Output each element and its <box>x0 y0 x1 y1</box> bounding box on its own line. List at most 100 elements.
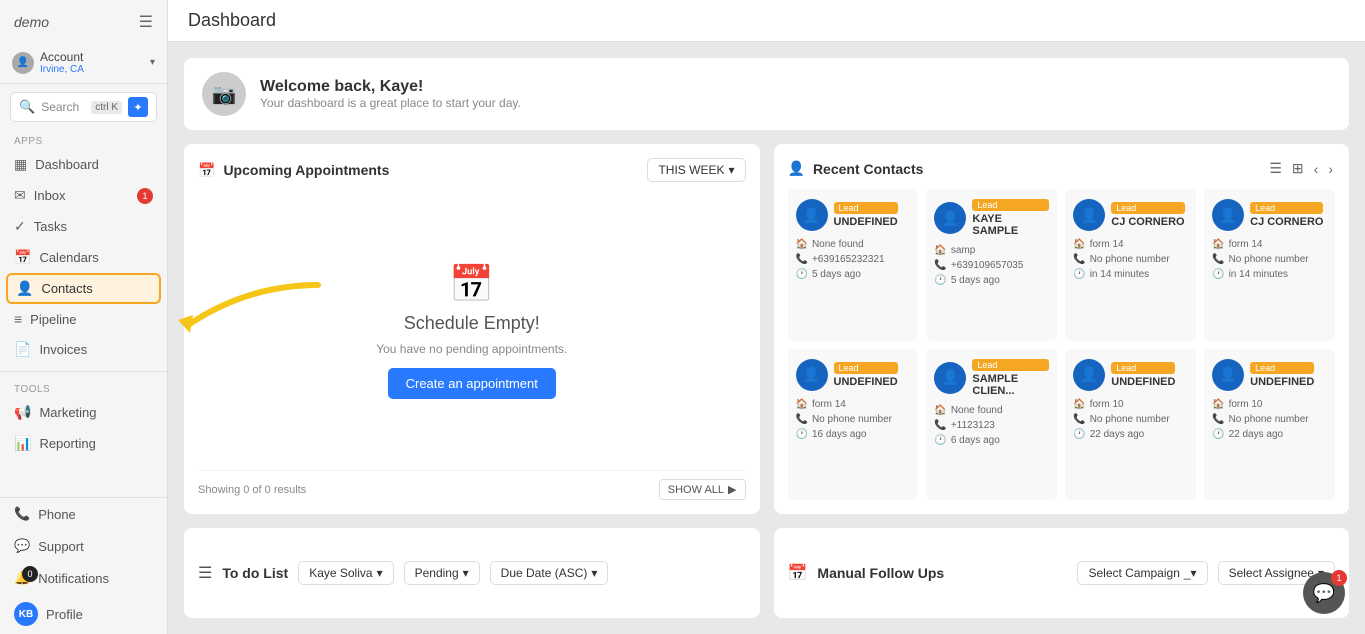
lead-badge: Lead <box>972 199 1049 211</box>
appointments-panel: 📅 Upcoming Appointments THIS WEEK ▾ 📅 Sc… <box>184 144 760 514</box>
support-icon: 💬 <box>14 538 30 554</box>
inbox-icon: ✉ <box>14 187 26 204</box>
next-icon[interactable]: › <box>1326 159 1335 179</box>
contact-source: 🏠 form 10 <box>1212 399 1327 410</box>
contact-name: KAYE SAMPLE <box>972 213 1049 237</box>
sidebar-item-invoices[interactable]: 📄 Invoices <box>0 334 167 365</box>
source-icon: 🏠 <box>1212 239 1224 250</box>
clock-icon: 🕐 <box>1073 269 1085 280</box>
followups-title: Manual Follow Ups <box>817 565 944 581</box>
invoices-icon: 📄 <box>14 341 31 358</box>
status-filter[interactable]: Pending ▾ <box>404 561 480 585</box>
phone-icon: 📞 <box>1073 414 1085 425</box>
profile-avatar: KB <box>14 602 38 626</box>
avatar: 👤 <box>796 359 828 391</box>
contact-card[interactable]: 👤 Lead UNDEFINED 🏠 form 10 📞 No phone nu… <box>1204 349 1335 501</box>
contact-name: UNDEFINED <box>1250 376 1314 388</box>
phone-icon: 📞 <box>796 254 808 265</box>
grid-view-icon[interactable]: ⊞ <box>1290 158 1306 179</box>
avatar: 👤 <box>1073 359 1105 391</box>
contact-time: 🕐 in 14 minutes <box>1212 269 1327 280</box>
source-icon: 🏠 <box>796 399 808 410</box>
list-view-icon[interactable]: ☰ <box>1267 158 1284 179</box>
contact-card[interactable]: 👤 Lead UNDEFINED 🏠 None found 📞 +6391652… <box>788 189 919 341</box>
sidebar-item-label: Reporting <box>39 436 95 451</box>
create-appointment-button[interactable]: Create an appointment <box>388 368 556 399</box>
empty-calendar-icon: 📅 <box>449 263 494 305</box>
source-icon: 🏠 <box>1073 399 1085 410</box>
contact-card[interactable]: 👤 Lead CJ CORNERO 🏠 form 14 📞 No phone n… <box>1065 189 1196 341</box>
sidebar-item-dashboard[interactable]: ▦ Dashboard <box>0 149 167 180</box>
contact-time: 🕐 16 days ago <box>796 429 911 440</box>
reporting-icon: 📊 <box>14 435 31 452</box>
phone-icon: 📞 <box>1212 414 1224 425</box>
this-week-button[interactable]: THIS WEEK ▾ <box>647 158 745 182</box>
contact-source: 🏠 form 14 <box>1212 239 1327 250</box>
contact-card[interactable]: 👤 Lead KAYE SAMPLE 🏠 samp 📞 +63910965703… <box>926 189 1057 341</box>
contact-time: 🕐 5 days ago <box>934 275 1049 286</box>
clock-icon: 🕐 <box>1212 269 1224 280</box>
sidebar-item-contacts[interactable]: 👤 Contacts <box>6 273 161 304</box>
contact-card[interactable]: 👤 Lead CJ CORNERO 🏠 form 14 📞 No phone n… <box>1204 189 1335 341</box>
contact-name-group: Lead CJ CORNERO <box>1250 202 1323 228</box>
followups-icon: 📅 <box>788 563 808 583</box>
account-avatar: 👤 <box>12 52 34 74</box>
contact-name-group: Lead SAMPLE CLIEN... <box>972 359 1049 397</box>
contact-name-group: Lead CJ CORNERO <box>1111 202 1184 228</box>
select-campaign-button[interactable]: Select Campaign _▾ <box>1077 561 1207 585</box>
chevron-down-icon: _▾ <box>1184 566 1197 580</box>
search-bar[interactable]: 🔍 Search ctrl K ✦ <box>10 92 157 122</box>
chevron-down-icon: ▾ <box>591 566 597 580</box>
sidebar-item-notifications[interactable]: 0 🔔 Notifications <box>0 562 167 594</box>
contact-phone: 📞 No phone number <box>1073 254 1188 265</box>
contact-name-group: Lead UNDEFINED <box>1111 362 1175 388</box>
sort-filter[interactable]: Due Date (ASC) ▾ <box>490 561 609 585</box>
sidebar-item-inbox[interactable]: ✉ Inbox 1 <box>0 180 167 211</box>
sidebar-item-phone[interactable]: 📞 Phone <box>0 498 167 530</box>
contact-source: 🏠 form 10 <box>1073 399 1188 410</box>
contact-time: 🕐 22 days ago <box>1212 429 1327 440</box>
chevron-down-icon: ▾ <box>150 57 155 68</box>
account-section[interactable]: 👤 Account Irvine, CA ▾ <box>0 44 167 84</box>
menu-icon[interactable]: ☰ <box>139 12 153 32</box>
sidebar-item-label: Contacts <box>41 281 92 296</box>
empty-subtitle: You have no pending appointments. <box>376 342 567 356</box>
sidebar-item-profile[interactable]: KB Profile <box>0 594 167 634</box>
appointments-title: 📅 Upcoming Appointments <box>198 162 389 179</box>
tools-label: Tools <box>0 378 167 397</box>
sidebar: demo ☰ 👤 Account Irvine, CA ▾ 🔍 Search c… <box>0 0 168 634</box>
prev-icon[interactable]: ‹ <box>1312 159 1321 179</box>
sidebar-item-pipeline[interactable]: ≡ Pipeline <box>0 304 167 334</box>
sidebar-item-tasks[interactable]: ✓ Tasks <box>0 211 167 242</box>
results-count: Showing 0 of 0 results <box>198 484 306 496</box>
search-action-icon[interactable]: ✦ <box>128 97 148 117</box>
sidebar-bottom-label: Profile <box>46 607 83 622</box>
search-label: Search <box>41 100 85 114</box>
contact-time: 🕐 22 days ago <box>1073 429 1188 440</box>
show-all-button[interactable]: SHOW ALL ▶ <box>659 479 746 500</box>
contact-time: 🕐 5 days ago <box>796 269 911 280</box>
phone-icon: 📞 <box>1212 254 1224 265</box>
page-title: Dashboard <box>188 10 276 31</box>
todo-title: To do List <box>222 565 288 581</box>
sidebar-item-reporting[interactable]: 📊 Reporting <box>0 428 167 459</box>
sidebar-item-marketing[interactable]: 📢 Marketing <box>0 397 167 428</box>
contacts-title: 👤 Recent Contacts <box>788 160 924 177</box>
source-icon: 🏠 <box>934 405 946 416</box>
chat-button[interactable]: 💬 1 <box>1303 572 1345 614</box>
calendars-icon: 📅 <box>14 249 31 266</box>
assignee-filter[interactable]: Kaye Soliva ▾ <box>298 561 393 585</box>
sidebar-item-calendars[interactable]: 📅 Calendars <box>0 242 167 273</box>
sidebar-item-label: Dashboard <box>35 157 99 172</box>
content-area: 📷 Welcome back, Kaye! Your dashboard is … <box>168 42 1365 634</box>
contact-header: 👤 Lead UNDEFINED <box>796 199 911 231</box>
contact-card[interactable]: 👤 Lead UNDEFINED 🏠 form 14 📞 No phone nu… <box>788 349 919 501</box>
todo-icon: ☰ <box>198 563 212 583</box>
contact-card[interactable]: 👤 Lead SAMPLE CLIEN... 🏠 None found 📞 +1… <box>926 349 1057 501</box>
sidebar-bottom-label: Phone <box>38 507 76 522</box>
contact-card[interactable]: 👤 Lead UNDEFINED 🏠 form 10 📞 No phone nu… <box>1065 349 1196 501</box>
clock-icon: 🕐 <box>796 429 808 440</box>
inbox-badge: 1 <box>137 188 153 204</box>
contacts-icon: 👤 <box>16 280 33 297</box>
sidebar-item-support[interactable]: 💬 Support <box>0 530 167 562</box>
